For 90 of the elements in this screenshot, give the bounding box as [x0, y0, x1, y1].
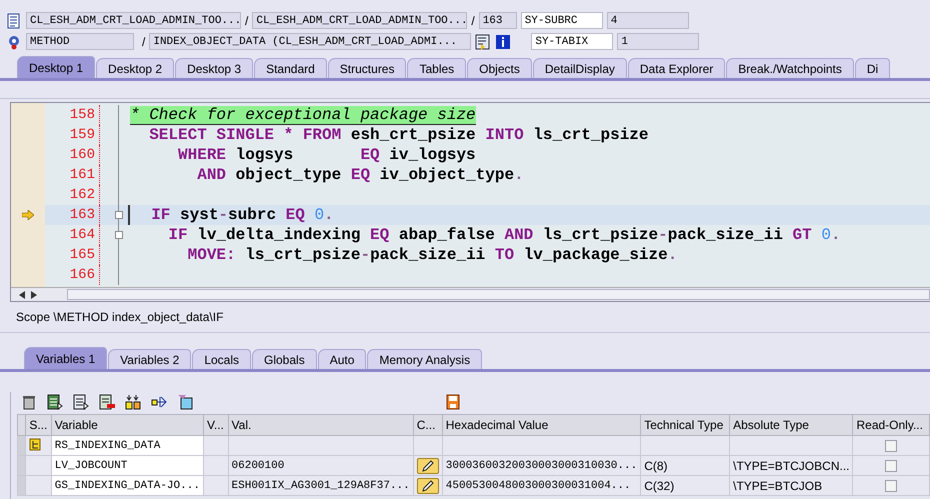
- boxes-down-icon[interactable]: [125, 394, 141, 410]
- arrows-split-icon[interactable]: [151, 394, 167, 410]
- table-row[interactable]: GS_INDEXING_DATA-JO... ESH001IX_AG3001_129A8F37... 4500530048003000300031004... C(32) \TYPE=BTCJOB: [18, 476, 930, 496]
- include-field: CL_ESH_ADM_CRT_LOAD_ADMIN_TOO...: [252, 12, 468, 29]
- line-field: 163: [478, 12, 517, 29]
- absolute-type-cell: \TYPE=BTCJOBCN...: [730, 456, 853, 476]
- scope-label: Scope \METHOD index_object_data\IF: [0, 302, 930, 333]
- variables-tab[interactable]: Locals: [192, 349, 251, 369]
- column-header[interactable]: S...: [26, 414, 52, 436]
- column-header[interactable]: Val.: [228, 414, 414, 436]
- system-field-name: SY-TABIX: [531, 33, 614, 50]
- line-number: 163: [45, 205, 100, 225]
- desktop-tab[interactable]: Desktop 1: [17, 56, 96, 78]
- hex-value-cell: 30003600320030003000310030...: [442, 456, 641, 476]
- table-cell: [203, 436, 228, 456]
- code-line: IF syst-subrc EQ 0.: [128, 205, 334, 225]
- variables-tab[interactable]: Auto: [318, 349, 366, 369]
- code-line: IF lv_delta_indexing EQ abap_false AND ls_crt_psize-pack_size_ii GT 0.: [167, 225, 841, 245]
- line-number: 166: [45, 265, 100, 285]
- trash-icon[interactable]: [21, 394, 37, 410]
- variable-cell[interactable]: GS_INDEXING_DATA-JO...: [51, 476, 204, 496]
- desktop-tab[interactable]: DetailDisplay: [532, 58, 627, 78]
- variables-tab[interactable]: Variables 2: [108, 349, 192, 369]
- hex-value-cell: 4500530048003000300031004...: [442, 476, 641, 496]
- path-separator: /: [471, 14, 475, 28]
- edit-button[interactable]: [416, 458, 439, 474]
- scroll-left-icon[interactable]: [19, 290, 25, 298]
- variables-tab[interactable]: Memory Analysis: [367, 349, 482, 369]
- code-line: AND object_type EQ iv_object_type.: [196, 165, 524, 185]
- method-field: INDEX_OBJECT_DATA (CL_ESH_ADM_CRT_LOAD_ADMI...: [149, 33, 472, 50]
- line-number: 164: [45, 225, 100, 245]
- table-row[interactable]: RS_INDEXING_DATA: [18, 436, 930, 456]
- desktop-tab[interactable]: Di: [854, 58, 890, 78]
- variable-cell[interactable]: LV_JOBCOUNT: [51, 456, 204, 476]
- read-only-checkbox[interactable]: [885, 480, 898, 492]
- variables-tab[interactable]: Globals: [252, 349, 317, 369]
- table-row[interactable]: LV_JOBCOUNT 06200100 30003600320030003000310030... C(8) \TYPE=BTCJOBCN...: [18, 456, 930, 476]
- column-header[interactable]: Absolute Type: [730, 414, 853, 436]
- table-cell: [203, 476, 228, 496]
- value-cell: ESH001IX_AG3001_129A8F37...: [228, 476, 414, 496]
- value-cell: 06200100: [228, 456, 414, 476]
- list-remove-icon[interactable]: [99, 394, 115, 410]
- info-icon[interactable]: [495, 34, 512, 50]
- system-field-name: SY-SUBRC: [520, 12, 603, 29]
- column-header[interactable]: C...: [413, 414, 442, 436]
- column-header[interactable]: Read-Only...: [852, 414, 930, 436]
- desktop-tab[interactable]: Desktop 2: [96, 58, 174, 78]
- column-header[interactable]: Technical Type: [640, 414, 730, 436]
- line-number: 160: [45, 145, 100, 165]
- filter-box-icon[interactable]: [177, 394, 193, 410]
- desktop-tab[interactable]: Objects: [467, 58, 532, 78]
- type-field: METHOD: [26, 33, 134, 50]
- column-header[interactable]: V...: [203, 414, 228, 436]
- edit-button[interactable]: [416, 478, 439, 494]
- line-number: 158: [45, 105, 100, 125]
- list-insert-icon[interactable]: [47, 394, 63, 410]
- technical-type-cell: C(8): [640, 456, 730, 476]
- table-cell: [203, 456, 228, 476]
- path-separator: /: [245, 14, 248, 28]
- source-code-icon[interactable]: [6, 12, 22, 28]
- read-only-checkbox[interactable]: [885, 440, 898, 452]
- technical-type-cell: C(32): [640, 476, 730, 496]
- line-number: 161: [45, 165, 100, 185]
- variable-cell[interactable]: RS_INDEXING_DATA: [51, 436, 204, 456]
- desktop-tab[interactable]: Data Explorer: [628, 58, 726, 78]
- system-field-value: 4: [606, 12, 689, 29]
- desktop-tab[interactable]: Break./Watchpoints: [726, 58, 854, 78]
- class-field: CL_ESH_ADM_CRT_LOAD_ADMIN_TOO...: [26, 12, 241, 29]
- code-line: MOVE: ls_crt_psize-pack_size_ii TO lv_package_size.: [186, 245, 678, 265]
- collapse-icon[interactable]: [114, 231, 122, 239]
- desktop-tab[interactable]: Structures: [328, 58, 406, 78]
- path-separator: /: [142, 34, 146, 48]
- line-number: 159: [45, 125, 100, 145]
- collapse-icon[interactable]: [114, 211, 122, 219]
- variables-tab[interactable]: Variables 1: [24, 347, 108, 369]
- desktop-tab[interactable]: Tables: [407, 58, 466, 78]
- code-line: WHERE logsys EQ iv_logsys: [177, 145, 476, 165]
- desktop-tab[interactable]: Desktop 3: [175, 58, 254, 78]
- absolute-type-cell: \TYPE=BTCJOB: [730, 476, 853, 496]
- line-number: 165: [45, 245, 100, 265]
- read-only-checkbox[interactable]: [885, 460, 898, 472]
- column-header[interactable]: Hexadecimal Value: [442, 414, 641, 436]
- system-field-value: 1: [617, 33, 700, 50]
- code-line: SELECT SINGLE * FROM esh_crt_psize INTO ls_crt_psize: [148, 125, 648, 145]
- list-append-icon[interactable]: [73, 394, 89, 410]
- column-header[interactable]: Variable: [51, 414, 204, 436]
- desktop-tab[interactable]: Standard: [254, 58, 327, 78]
- save-icon[interactable]: [445, 394, 461, 410]
- row-selector-header: [18, 414, 26, 436]
- scroll-right-icon[interactable]: [31, 290, 37, 298]
